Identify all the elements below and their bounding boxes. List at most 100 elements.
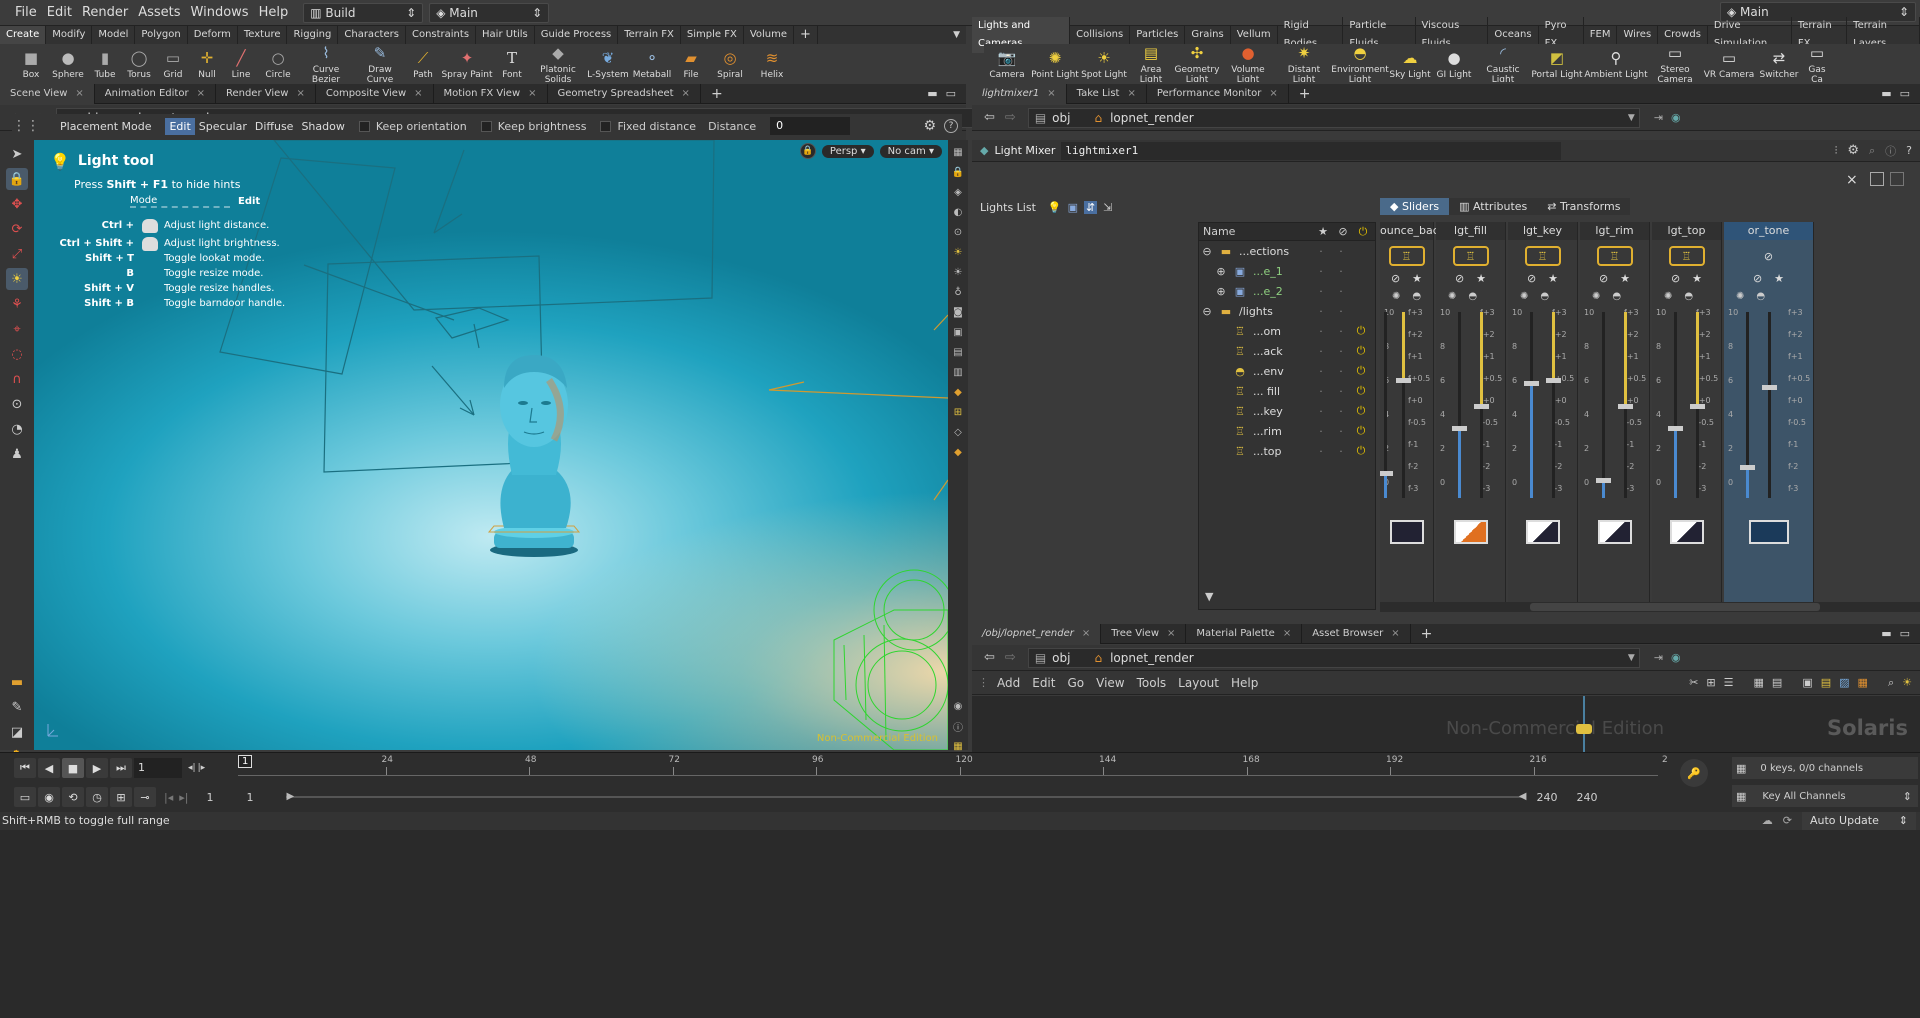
tree-row[interactable]: ♖ ...rim · · ⏻	[1199, 421, 1375, 441]
magnet-icon[interactable]: ∩	[6, 368, 28, 390]
close-icon[interactable]: ×	[1269, 88, 1277, 99]
tab-performance-monitor[interactable]: Performance Monitor ×	[1147, 83, 1289, 104]
range-slider[interactable]: ▶ ◀	[286, 791, 1527, 802]
helix-tool[interactable]: ≋ Helix	[752, 46, 792, 81]
collapse-icon[interactable]: ⊖	[1199, 305, 1215, 318]
solo-toggle[interactable]: ·	[1311, 285, 1331, 298]
tab-sliders[interactable]: ◆ Sliders	[1380, 197, 1450, 215]
close-icon[interactable]: ×	[1846, 172, 1858, 188]
camera-view-icon[interactable]: ◔	[6, 418, 28, 440]
layout-split-icon[interactable]	[1890, 172, 1904, 186]
audio-icon[interactable]: ◉	[38, 787, 60, 807]
shelf-tab[interactable]: Collisions	[1070, 26, 1131, 44]
pin-icon[interactable]: ⇥	[1654, 111, 1663, 124]
frame-field[interactable]: 1	[134, 758, 182, 778]
path-dropdown-icon[interactable]: ▼	[1628, 113, 1635, 123]
shelf-tab[interactable]: Create	[0, 26, 47, 44]
close-icon[interactable]: ×	[1167, 628, 1175, 639]
add-tab-icon[interactable]: +	[1289, 84, 1321, 104]
range-left-handle[interactable]: ▶	[286, 791, 294, 802]
font-tool[interactable]: T Font	[494, 46, 530, 81]
box-tool[interactable]: ■ Box	[14, 46, 48, 81]
lock-icon[interactable]: 🔒	[950, 164, 966, 180]
slider-handle[interactable]	[1762, 385, 1777, 391]
gear-icon[interactable]: ⚙	[923, 118, 936, 134]
power-icon[interactable]: ⏻	[1351, 384, 1371, 398]
power-icon[interactable]: ⏻	[1351, 344, 1371, 358]
tag-icon[interactable]: ◆	[950, 444, 966, 460]
mute-icon[interactable]: ⊘	[1527, 272, 1536, 285]
scrollbar-thumb[interactable]	[1530, 603, 1820, 611]
path-obj[interactable]: obj	[1052, 111, 1070, 125]
brush-icon[interactable]: ✎	[6, 696, 28, 718]
color-swatch[interactable]	[1597, 520, 1632, 544]
highlight-icon[interactable]: ⊞	[950, 404, 966, 420]
bookmark-icon[interactable]: ▬	[6, 671, 28, 693]
geometry-light-tool[interactable]: ✣ Geometry Light	[1174, 44, 1220, 83]
ghost-icon[interactable]: ◈	[950, 184, 966, 200]
l-system-tool[interactable]: ❦ L-System	[586, 46, 630, 81]
close-icon[interactable]: ×	[1047, 88, 1055, 99]
shelf-tab[interactable]: Crowds	[1658, 26, 1708, 44]
gas-camera-tool[interactable]: ▭ Gas Ca	[1802, 44, 1832, 83]
light-select-icon[interactable]: ♖	[1524, 246, 1561, 266]
add-tab-icon[interactable]: +	[1411, 624, 1443, 644]
exposure-slider[interactable]	[1762, 312, 1777, 498]
solo-toggle[interactable]: ·	[1311, 305, 1331, 318]
menu-file[interactable]: File	[10, 0, 42, 26]
tab-network-view[interactable]: /obj/lopnet_render ×	[972, 623, 1102, 644]
menu-edit[interactable]: Edit	[1032, 676, 1055, 690]
timeline-ruler[interactable]: 1 24 48 72 96 120 144 168 192 216 2	[238, 753, 1668, 783]
maximize-icon[interactable]: ▬	[1881, 87, 1891, 100]
solo-star-icon[interactable]: ★	[1620, 272, 1630, 285]
grid-icon[interactable]: ▤	[1772, 676, 1782, 689]
lock-icon[interactable]: 🔒	[6, 168, 28, 190]
snap-icon[interactable]: ⊙	[6, 393, 28, 415]
sphere-tool[interactable]: ● Sphere	[48, 46, 88, 81]
slider-handle[interactable]	[1474, 403, 1489, 409]
view-icon[interactable]: ◌	[6, 343, 28, 365]
back-arrow-icon[interactable]: ⇦	[984, 110, 995, 125]
range-right-handle[interactable]: ◀	[1519, 791, 1527, 802]
eraser-icon[interactable]: ◪	[6, 721, 28, 743]
close-icon[interactable]: ×	[296, 88, 304, 99]
range-start-field[interactable]: 1	[206, 791, 246, 804]
solo-star-icon[interactable]: ★	[1476, 272, 1486, 285]
mute-icon[interactable]: ⊘	[1751, 246, 1787, 266]
camera-tool[interactable]: 📷 Camera	[984, 46, 1030, 81]
jump-start-icon[interactable]: ⏮	[14, 758, 36, 778]
path-node[interactable]: lopnet_render	[1110, 651, 1194, 665]
key-filter-icon[interactable]: ⊸	[134, 787, 156, 807]
realtime-icon[interactable]: ▭	[14, 787, 36, 807]
menu-windows[interactable]: Windows	[186, 0, 254, 26]
mute-icon[interactable]: ⊘	[1333, 225, 1353, 238]
tab-composite-view[interactable]: Composite View ×	[316, 83, 434, 104]
list-icon[interactable]: ☰	[1724, 676, 1734, 689]
info-icon[interactable]: ⓘ	[950, 718, 966, 734]
grid-icon[interactable]: ▦	[1754, 676, 1764, 689]
image-icon[interactable]: ▨	[1839, 676, 1849, 689]
menu-help[interactable]: Help	[1231, 676, 1258, 690]
solo-star-icon[interactable]: ★	[1412, 272, 1422, 285]
camera-icon[interactable]: ◙	[950, 304, 966, 320]
lock-camera-icon[interactable]: 🔒	[799, 143, 816, 159]
handle-icon[interactable]: ⌖	[6, 318, 28, 340]
mode-shadow-button[interactable]: Shadow	[301, 120, 344, 133]
environment-light-tool[interactable]: ◓ Environment Light	[1331, 44, 1388, 83]
intensity-slider[interactable]	[1452, 312, 1467, 498]
layout-icon[interactable]: ▥	[950, 364, 966, 380]
shelf-tab[interactable]: Hair Utils	[476, 26, 535, 44]
tab-transforms[interactable]: ⇄ Transforms	[1537, 197, 1631, 215]
tree-row[interactable]: ♖ ...top · · ⏻	[1199, 441, 1375, 461]
tab-asset-browser[interactable]: Asset Browser ×	[1302, 623, 1411, 644]
ticks-icon[interactable]: ⊞	[110, 787, 132, 807]
light-select-icon[interactable]: ♖	[1596, 246, 1633, 266]
exposure-slider[interactable]	[1618, 312, 1633, 498]
stop-icon[interactable]: ■	[62, 758, 84, 778]
mixer-column[interactable]: ounce_back♖⊘★✺◓1086420f+3f+2f+1f+0.5f+0f…	[1380, 222, 1445, 602]
color-swatch[interactable]	[1669, 520, 1704, 544]
solo-toggle[interactable]: ·	[1311, 365, 1331, 378]
handle-grip-icon[interactable]: ⋮⋮	[12, 118, 40, 134]
solo-star-icon[interactable]: ★	[1313, 225, 1333, 238]
menu-layout[interactable]: Layout	[1178, 676, 1219, 690]
